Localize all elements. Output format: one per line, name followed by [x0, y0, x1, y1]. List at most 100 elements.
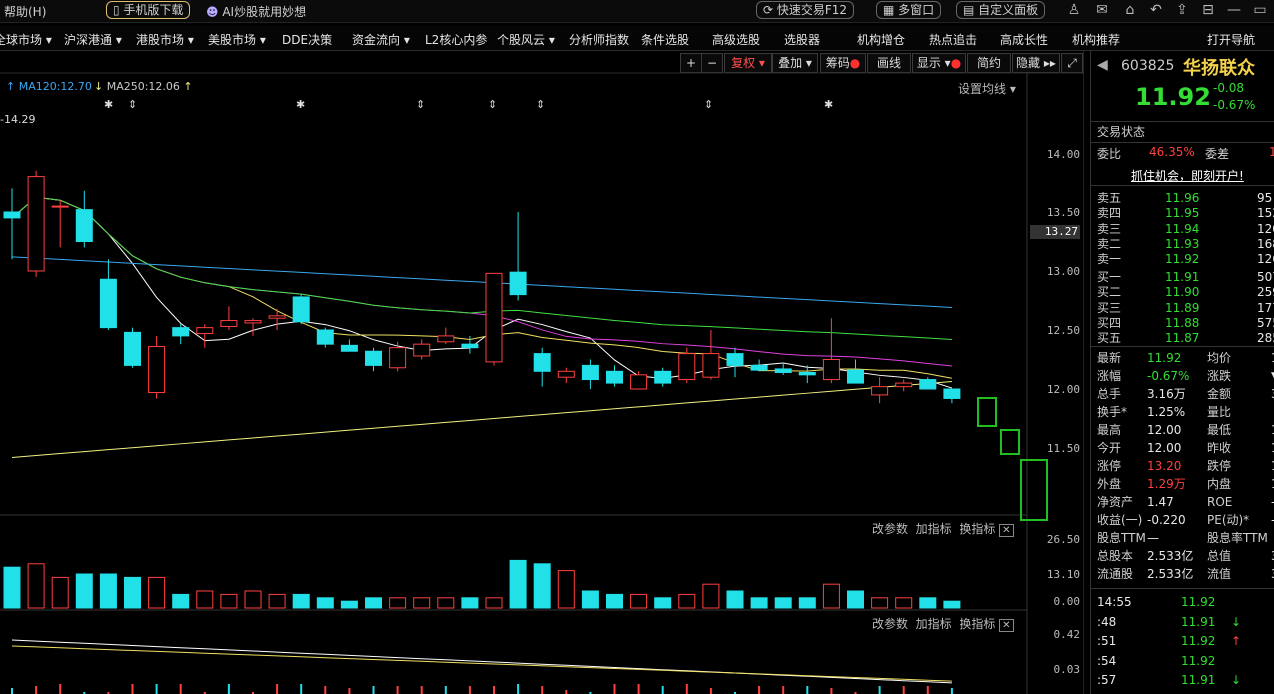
weibi-label: 委比 [1097, 147, 1122, 161]
tick-price: 11.92 [1181, 653, 1216, 668]
stat-label-2: 股息率TTM [1207, 531, 1268, 545]
candle-body [340, 344, 358, 352]
stat-label: 外盘 [1097, 477, 1122, 491]
bid-label: 买五 [1097, 331, 1122, 346]
candle-body [268, 315, 286, 319]
candle-body [51, 205, 69, 208]
volume-bar [75, 573, 93, 609]
candle-body [919, 379, 937, 390]
candle-body [750, 364, 768, 371]
stat-value: 12.00 [1147, 441, 1182, 455]
candle-body [437, 335, 455, 343]
event-marker: ⇕ [536, 98, 545, 111]
ask-volume: 126 [1257, 252, 1274, 267]
home-icon[interactable]: ⌂ [1122, 2, 1138, 18]
volume-bars [3, 559, 961, 609]
stat-value: 13.20 [1147, 459, 1182, 473]
candle-body [316, 329, 334, 345]
candle-body [702, 353, 720, 378]
volume-bar [581, 590, 599, 609]
candle-body [606, 370, 623, 384]
nav-item-open-nav[interactable]: 打开导航 [1207, 31, 1255, 48]
stat-label-2: 涨跌 [1207, 369, 1232, 383]
open-account-link[interactable]: 抓住机会，即刻开户! [1131, 167, 1244, 184]
stat-value: 12.00 [1147, 423, 1182, 437]
tick-direction: ↓ [1231, 673, 1242, 687]
tick-time: :51 [1097, 634, 1117, 648]
stat-label-2: 均价 [1207, 351, 1232, 365]
candle-body [871, 386, 889, 396]
candle-body [485, 272, 503, 363]
stat-label: 股息TTM [1097, 531, 1146, 545]
candle-body [172, 327, 190, 337]
candle-body [220, 320, 238, 327]
back-icon[interactable]: ↶ [1148, 2, 1164, 18]
event-marker: ✱ [296, 98, 305, 111]
stat-label: 流通股 [1097, 567, 1134, 581]
stat-label-2: 流值 [1207, 567, 1232, 581]
tick-price: 11.92 [1181, 595, 1216, 609]
candle-body [943, 388, 961, 399]
mail-icon[interactable]: ✉ [1094, 2, 1110, 18]
volume-bar [461, 597, 479, 609]
volume-bar [871, 597, 889, 609]
volume-bar [895, 597, 913, 609]
trade-status-label: 交易状态 [1097, 125, 1146, 139]
tick-price: 11.91 [1181, 614, 1216, 629]
ask-label: 卖一 [1097, 252, 1122, 267]
stat-value: 2.533亿 [1147, 567, 1194, 581]
stat-label-2: 量比 [1207, 405, 1232, 419]
current-price: 11.92 [1135, 83, 1211, 111]
volume-bar [124, 576, 141, 609]
volume-bar [654, 597, 672, 609]
collapse-arrow-icon[interactable]: ◀ [1097, 57, 1108, 73]
stat-label: 总股本 [1097, 549, 1134, 563]
volume-bar [437, 597, 455, 609]
candle-body [798, 371, 816, 376]
stat-label-2: 最低 [1207, 423, 1232, 437]
candlesticks [3, 170, 961, 404]
weicha-label: 委差 [1205, 147, 1230, 161]
tick-price: 11.91 [1181, 673, 1216, 687]
tick-time: :48 [1097, 614, 1117, 629]
candle-body [27, 176, 45, 272]
tick-time: :57 [1097, 673, 1117, 687]
candle-body [654, 370, 672, 384]
candle-body [461, 343, 479, 349]
candle-body [99, 278, 117, 329]
price-change-pct: -0.67% [1213, 98, 1256, 112]
candle-body [365, 350, 382, 366]
maximize-icon[interactable]: ▭ [1252, 2, 1268, 18]
volume-bar [172, 593, 190, 609]
window-min-icon[interactable]: — [1226, 2, 1242, 18]
tick-time: 14:55 [1097, 595, 1132, 609]
share-icon[interactable]: ⇪ [1174, 2, 1190, 18]
volume-bar [365, 597, 382, 609]
volume-bar [244, 590, 262, 609]
volume-bar [726, 590, 744, 609]
stat-label-2: 跌停 [1207, 459, 1232, 473]
volume-bar [3, 566, 21, 609]
candle-body [895, 382, 913, 388]
candle-body [148, 346, 166, 394]
stat-label-2: 总值 [1207, 549, 1232, 563]
volume-bar [27, 563, 45, 609]
event-marker: ⇕ [128, 98, 137, 111]
divider [1091, 588, 1274, 589]
candle-body [389, 347, 407, 369]
kline-chart[interactable]: ✱ ⇕ ✱ ⇕ ⇕ ⇕ ⇕ ✱ [0, 0, 1084, 694]
ask-price: 11.92 [1165, 252, 1200, 267]
minimize-icon[interactable]: ⊟ [1200, 2, 1216, 18]
macd-dea-line [11, 645, 952, 682]
volume-bar [99, 573, 117, 609]
stat-value: 2.533亿 [1147, 549, 1194, 563]
stat-value: 1.25% [1147, 405, 1186, 419]
volume-bar [485, 597, 503, 609]
volume-bar [822, 583, 840, 609]
event-marker: ⇕ [488, 98, 497, 111]
volume-bar [51, 576, 69, 609]
stock-code: 603825 [1121, 58, 1175, 74]
volume-bar [750, 597, 768, 609]
stat-value: 11.92 [1147, 351, 1182, 365]
candle-body [292, 296, 310, 323]
